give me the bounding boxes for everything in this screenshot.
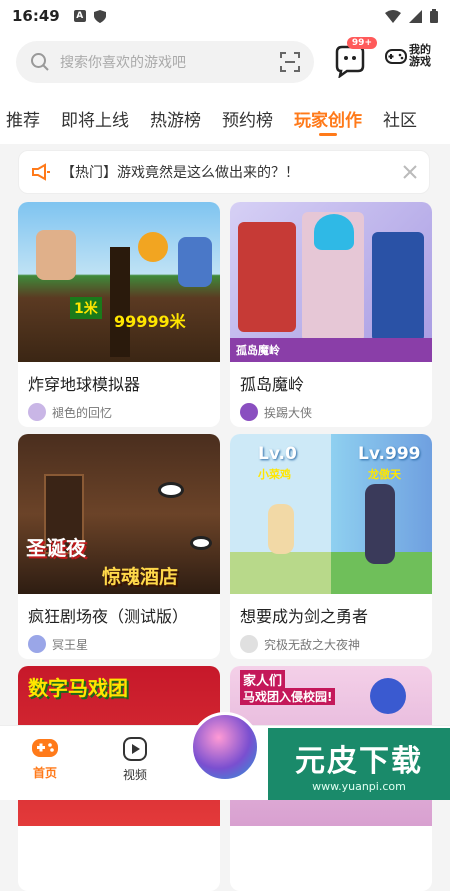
game-thumbnail: 圣诞夜 惊魂酒店	[18, 434, 220, 594]
watermark-url: www.yuanpi.com	[312, 779, 406, 793]
game-thumbnail: Lv.0 小菜鸡 Lv.999 龙傲天	[230, 434, 432, 594]
author-name: 究极无敌之大夜神	[264, 637, 361, 652]
thumbnail-caption: 1米	[70, 297, 102, 319]
shield-icon	[93, 9, 106, 23]
tab-hot-ranking[interactable]: 热游榜	[150, 92, 201, 144]
search-placeholder: 搜索你喜欢的游戏吧	[60, 55, 186, 71]
thumbnail-caption: 99999米	[114, 312, 186, 331]
thumbnail-caption: 惊魂酒店	[102, 566, 179, 588]
scan-icon[interactable]	[280, 52, 300, 72]
status-notification-icons: A	[73, 9, 106, 23]
status-system-icons	[385, 9, 438, 23]
thumbnail-caption: 孤岛魔岭	[236, 344, 280, 357]
hot-notice-banner[interactable]: 【热门】游戏竟然是这么做出来的？！	[18, 150, 430, 194]
game-card[interactable]: Lv.0 小菜鸡 Lv.999 龙傲天 想要成为剑之勇者 究极无敌之大夜神	[230, 434, 432, 659]
thumbnail-caption: 小菜鸡	[258, 468, 291, 481]
center-avatar-button[interactable]	[190, 712, 260, 782]
author-name: 褪色的回忆	[52, 405, 113, 420]
thumbnail-caption: Lv.0	[258, 444, 297, 464]
game-title: 想要成为剑之勇者	[240, 607, 369, 626]
my-games-button[interactable]: 我的 游戏	[385, 44, 431, 68]
tab-reservation-ranking[interactable]: 预约榜	[222, 92, 273, 144]
close-icon[interactable]	[403, 165, 417, 179]
game-author[interactable]: 究极无敌之大夜神	[240, 635, 422, 653]
signal-icon	[409, 9, 422, 23]
messages-button[interactable]: 99+	[333, 37, 377, 79]
status-time: 16:49	[12, 7, 60, 25]
tab-community[interactable]: 社区	[383, 92, 417, 144]
game-card[interactable]: 孤岛魔岭 孤岛魔岭 挨踢大侠	[230, 202, 432, 427]
megaphone-icon	[32, 163, 50, 181]
thumbnail-caption: Lv.999	[358, 444, 421, 464]
thumbnail-caption: 马戏团入侵校园!	[240, 688, 336, 705]
avatar	[240, 403, 258, 421]
nav-home-label: 首页	[32, 766, 57, 780]
notice-text: 【热门】游戏竟然是这么做出来的？！	[61, 165, 299, 181]
nav-video[interactable]: 视频	[110, 736, 160, 783]
game-title: 炸穿地球模拟器	[28, 375, 141, 394]
battery-icon	[430, 9, 438, 23]
nav-video-label: 视频	[122, 768, 147, 782]
message-face-icon	[335, 45, 365, 79]
header: 搜索你喜欢的游戏吧 99+ 我的 游戏	[0, 32, 450, 92]
game-thumbnail: 1米 99999米	[18, 202, 220, 362]
tab-player-creations[interactable]: 玩家创作	[294, 92, 362, 144]
thumbnail-caption: 圣诞夜	[26, 536, 86, 560]
avatar	[240, 635, 258, 653]
tab-upcoming[interactable]: 即将上线	[61, 92, 129, 144]
avatar	[28, 403, 46, 421]
gamepad-icon	[385, 49, 407, 64]
game-thumbnail: 孤岛魔岭	[230, 202, 432, 362]
game-title: 疯狂剧场夜（测试版）	[28, 607, 189, 626]
play-video-icon	[123, 737, 147, 761]
thumbnail-caption: 龙傲天	[368, 468, 401, 481]
search-icon	[31, 53, 49, 71]
author-name: 冥王星	[52, 637, 89, 652]
game-author[interactable]: 褪色的回忆	[28, 403, 210, 421]
app-notification-icon: A	[73, 9, 86, 22]
my-games-label-2: 游戏	[409, 55, 431, 68]
avatar	[28, 635, 46, 653]
tab-recommend[interactable]: 推荐	[6, 92, 40, 144]
game-card[interactable]: 圣诞夜 惊魂酒店 疯狂剧场夜（测试版） 冥王星	[18, 434, 220, 659]
game-author[interactable]: 挨踢大侠	[240, 403, 422, 421]
category-tabs: 推荐 即将上线 热游榜 预约榜 玩家创作 社区	[0, 92, 450, 144]
nav-home[interactable]: 首页	[20, 736, 70, 781]
gamepad-icon	[32, 739, 58, 757]
game-card[interactable]: 1米 99999米 炸穿地球模拟器 褪色的回忆	[18, 202, 220, 427]
search-input[interactable]: 搜索你喜欢的游戏吧	[16, 41, 314, 83]
watermark: 元皮下载 www.yuanpi.com	[268, 728, 450, 800]
game-title: 孤岛魔岭	[240, 375, 305, 394]
game-author[interactable]: 冥王星	[28, 635, 210, 653]
thumbnail-caption: 数字马戏团	[28, 676, 128, 700]
author-name: 挨踢大侠	[264, 405, 313, 420]
watermark-text: 元皮下载	[295, 743, 423, 779]
thumbnail-caption: 家人们	[240, 670, 286, 689]
wifi-icon	[385, 9, 401, 23]
message-count-badge: 99+	[346, 37, 377, 49]
status-bar: 16:49 A	[0, 0, 450, 32]
